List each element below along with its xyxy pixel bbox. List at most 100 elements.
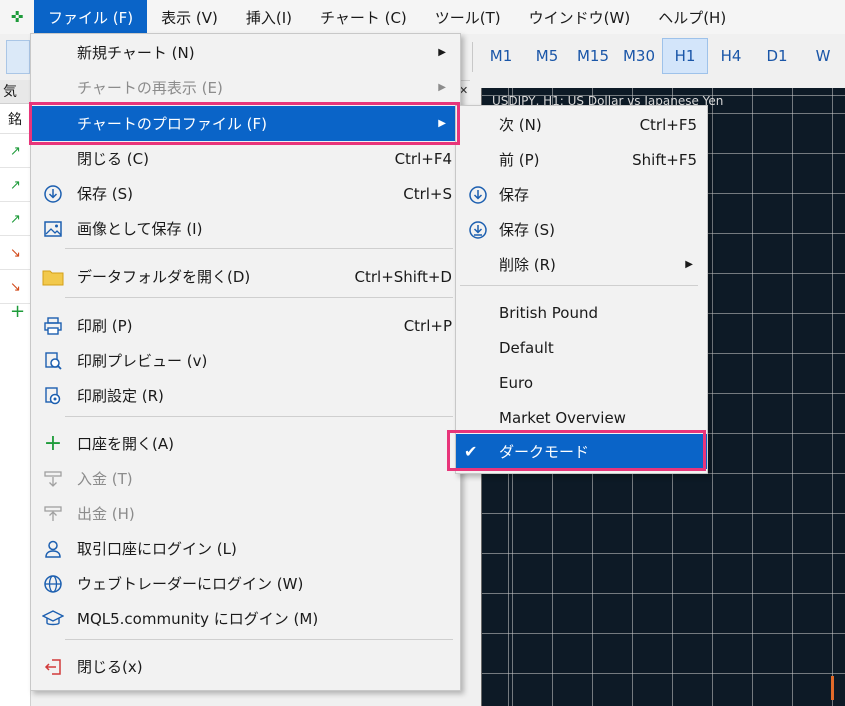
menu-file[interactable]: ファイル (F) [34, 0, 148, 34]
menu-item-label: チャートの再表示 (E) [77, 79, 223, 97]
menubar: ✜ ファイル (F) 表示 (V) 挿入(I) チャート (C) ツール(T) … [0, 0, 845, 34]
menu-item-label: 閉じる(x) [77, 658, 143, 676]
deposit-icon [41, 467, 65, 491]
menu-view[interactable]: 表示 (V) [147, 0, 232, 34]
menu-item-save-as-image[interactable]: 画像として保存 (I) [31, 211, 460, 246]
submenu-item-save-as[interactable]: 保存 (S) [456, 212, 707, 247]
menu-item-shortcut: Ctrl+Shift+D [354, 267, 452, 286]
submenu-item-label: 前 (P) [499, 151, 540, 169]
submenu-item-profile-dark-mode[interactable]: ✔ ダークモード [456, 434, 707, 469]
market-watch-row[interactable]: ↘ [0, 238, 30, 270]
submenu-item-label: 保存 [499, 186, 530, 204]
menu-item-login-webtrader[interactable]: ウェブトレーダーにログイン (W) [31, 566, 460, 601]
submenu-item-previous[interactable]: 前 (P) Shift+F5 [456, 142, 707, 177]
toolbar-separator [472, 42, 473, 72]
timeframe-d1[interactable]: D1 [754, 38, 800, 74]
menu-item-new-chart[interactable]: 新規チャート (N) ▶ [31, 35, 460, 70]
add-symbol-icon[interactable]: + [0, 296, 30, 328]
menu-item-login-mql5[interactable]: MQL5.community にログイン (M) [31, 601, 460, 636]
market-watch-column-header: 銘 [0, 106, 30, 134]
print-settings-icon [41, 384, 65, 408]
submenu-item-label: Euro [499, 373, 533, 392]
submenu-item-next[interactable]: 次 (N) Ctrl+F5 [456, 107, 707, 142]
market-watch-header: 気配 [0, 80, 30, 104]
submenu-item-label: Default [499, 338, 554, 357]
submenu-item-profile-british-pound[interactable]: British Pound [456, 295, 707, 330]
menu-item-label: 取引口座にログイン (L) [77, 540, 237, 558]
submenu-item-save[interactable]: 保存 [456, 177, 707, 212]
menu-item-label: 印刷 (P) [77, 317, 133, 335]
menu-item-print-settings[interactable]: 印刷設定 (R) [31, 378, 460, 413]
menu-chart[interactable]: チャート (C) [306, 0, 421, 34]
plus-icon: + [43, 431, 63, 456]
arrow-down-icon: ↘ [10, 246, 21, 261]
menu-item-login-trade-account[interactable]: 取引口座にログイン (L) [31, 531, 460, 566]
menu-separator [65, 639, 453, 640]
user-icon [41, 537, 65, 561]
submenu-arrow-icon: ▶ [685, 259, 693, 270]
menu-item-exit[interactable]: 閉じる(x) [31, 649, 460, 684]
save-icon [41, 182, 65, 206]
menu-item-print[interactable]: 印刷 (P) Ctrl+P [31, 308, 460, 343]
globe-icon [41, 572, 65, 596]
menu-item-save[interactable]: 保存 (S) Ctrl+S [31, 176, 460, 211]
menu-tools[interactable]: ツール(T) [421, 0, 515, 34]
menu-item-shortcut: Ctrl+P [403, 316, 452, 335]
submenu-item-label: ダークモード [499, 443, 590, 461]
market-watch-row[interactable]: ↗ [0, 170, 30, 202]
timeframe-m5[interactable]: M5 [524, 38, 570, 74]
timeframe-m30[interactable]: M30 [616, 38, 662, 74]
menu-item-reopen-chart: チャートの再表示 (E) ▶ [31, 70, 460, 105]
submenu-item-profile-euro[interactable]: Euro [456, 365, 707, 400]
image-icon [41, 217, 65, 241]
menu-separator [65, 297, 453, 298]
menu-item-label: ウェブトレーダーにログイン (W) [77, 575, 304, 593]
exit-icon [41, 655, 65, 679]
menu-item-label: 出金 (H) [77, 505, 135, 523]
menu-separator [65, 248, 453, 249]
menu-item-label: 新規チャート (N) [77, 44, 195, 62]
file-menu: 新規チャート (N) ▶ チャートの再表示 (E) ▶ チャートのプロファイル … [30, 33, 461, 691]
submenu-item-shortcut: Shift+F5 [632, 150, 697, 169]
menu-item-open-data-folder[interactable]: データフォルダを開く(D) Ctrl+Shift+D [31, 259, 460, 294]
submenu-item-label: 次 (N) [499, 116, 542, 134]
save-icon [466, 183, 490, 207]
timeframe-h4[interactable]: H4 [708, 38, 754, 74]
checkmark-icon: ✔ [464, 442, 478, 461]
timeframe-h1[interactable]: H1 [662, 38, 708, 74]
chart-profile-submenu: 次 (N) Ctrl+F5 前 (P) Shift+F5 保存 保存 (S) 削… [455, 105, 708, 474]
menu-item-close-chart[interactable]: 閉じる (C) Ctrl+F4 [31, 141, 460, 176]
menu-item-print-preview[interactable]: 印刷プレビュー (v) [31, 343, 460, 378]
menu-item-label: 閉じる (C) [77, 150, 149, 168]
timeframe-bar: M1 M5 M15 M30 H1 H4 D1 W [478, 38, 845, 74]
timeframe-m1[interactable]: M1 [478, 38, 524, 74]
menu-item-label: 画像として保存 (I) [77, 220, 203, 238]
submenu-arrow-icon: ▶ [438, 82, 446, 93]
app-icon[interactable]: ✜ [0, 0, 34, 34]
menu-help[interactable]: ヘルプ(H) [644, 0, 740, 34]
menu-window[interactable]: ウインドウ(W) [515, 0, 645, 34]
menu-item-open-account[interactable]: + 口座を開く(A) [31, 426, 460, 461]
arrow-up-icon: ↗ [10, 144, 21, 159]
menu-item-chart-profiles[interactable]: チャートのプロファイル (F) ▶ [31, 106, 460, 141]
market-watch-row[interactable]: ↗ [0, 204, 30, 236]
withdraw-icon [41, 502, 65, 526]
arrow-up-icon: ↗ [10, 212, 21, 227]
menu-insert[interactable]: 挿入(I) [232, 0, 306, 34]
chart-candle [831, 676, 834, 700]
menu-item-label: チャートのプロファイル (F) [77, 115, 267, 133]
toolbar-button[interactable] [6, 40, 30, 74]
market-watch-row[interactable]: ↗ [0, 136, 30, 168]
menu-item-shortcut: Ctrl+F4 [394, 149, 452, 168]
timeframe-w1[interactable]: W [800, 38, 845, 74]
timeframe-m15[interactable]: M15 [570, 38, 616, 74]
submenu-arrow-icon: ▶ [438, 47, 446, 58]
submenu-item-delete[interactable]: 削除 (R) ▶ [456, 247, 707, 282]
submenu-item-profile-default[interactable]: Default [456, 330, 707, 365]
menu-separator [460, 285, 698, 286]
arrow-down-icon: ↘ [10, 280, 21, 295]
market-watch-panel: 気配 銘 ↗ ↗ ↗ ↘ ↘ + [0, 80, 31, 706]
menu-item-label: 入金 (T) [77, 470, 133, 488]
menu-item-shortcut: Ctrl+S [403, 184, 452, 203]
submenu-item-profile-market-overview[interactable]: Market Overview [456, 400, 707, 435]
